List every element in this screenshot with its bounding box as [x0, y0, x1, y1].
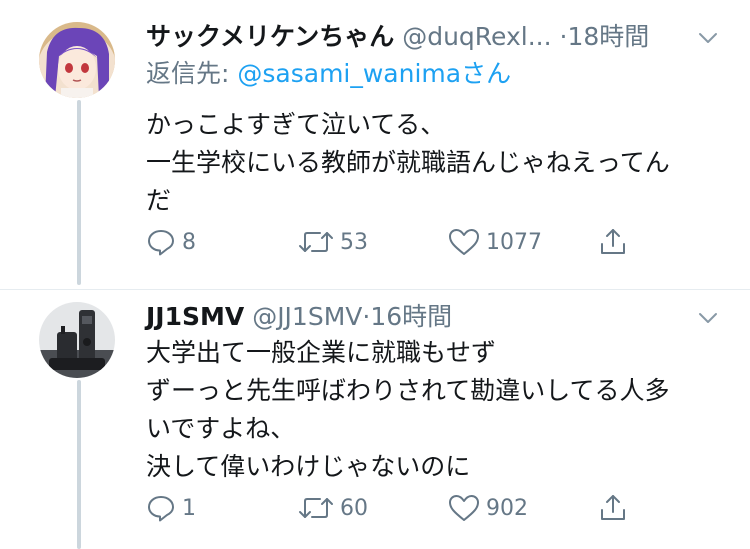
reply-icon — [148, 230, 174, 256]
retweet-count: 60 — [340, 495, 368, 521]
avatar[interactable] — [39, 302, 115, 378]
reply-count: 1 — [182, 495, 196, 521]
share-icon — [601, 495, 625, 520]
tweet-text-line: ずーっと先生呼ばわりされて勘違いしてる人多 — [146, 376, 670, 405]
retweet-button[interactable]: 53 — [298, 225, 368, 259]
like-button[interactable]: 902 — [448, 491, 528, 525]
reply-icon — [148, 496, 174, 522]
tweet-text-line: いですよね、 — [146, 414, 296, 443]
share-button[interactable] — [598, 491, 628, 525]
user-handle[interactable]: @JJ1SMV — [252, 302, 362, 331]
chevron-down-icon[interactable] — [696, 26, 720, 50]
tweet-text-line: 決して偉いわけじゃないのに — [146, 452, 471, 481]
like-icon — [449, 229, 479, 255]
reply-prefix: 返信先: — [146, 59, 238, 88]
reply-suffix: さん — [461, 59, 512, 88]
tweet[interactable]: サックメリケンちゃん @duqRexl... ·18時間 返信先: @sasam… — [0, 0, 750, 290]
avatar-image — [39, 22, 115, 98]
tweet-text-line: 大学出て一般企業に就職もせず — [146, 338, 497, 367]
action-bar: 8 53 1077 — [146, 225, 646, 259]
display-name[interactable]: サックメリケンちゃん — [146, 22, 394, 51]
like-count: 902 — [486, 495, 528, 521]
retweet-count: 53 — [340, 229, 368, 255]
display-name[interactable]: JJ1SMV — [146, 302, 244, 331]
reply-button[interactable]: 8 — [146, 225, 196, 259]
like-icon — [449, 495, 479, 521]
tweet[interactable]: JJ1SMV @JJ1SMV·16時間 大学出て一般企業に就職もせず ずーっと先… — [0, 290, 750, 549]
chevron-down-icon[interactable] — [696, 306, 720, 330]
retweet-icon — [299, 498, 333, 518]
thread-line — [77, 100, 81, 285]
timestamp[interactable]: 18時間 — [567, 22, 649, 51]
tweet-header: サックメリケンちゃん @duqRexl... ·18時間 — [146, 21, 649, 53]
action-bar: 1 60 902 — [146, 491, 646, 525]
reply-to-link[interactable]: @sasami_wanima — [237, 59, 461, 88]
timestamp[interactable]: 16時間 — [370, 302, 452, 331]
like-count: 1077 — [486, 229, 542, 255]
avatar-image — [39, 302, 115, 378]
thread-line — [77, 380, 81, 549]
like-button[interactable]: 1077 — [448, 225, 542, 259]
tweet-text-line: かっこよすぎて泣いてる、 — [146, 110, 446, 139]
share-icon — [601, 229, 625, 254]
reply-button[interactable]: 1 — [146, 491, 196, 525]
tweet-text-line: だ — [146, 186, 172, 215]
retweet-icon — [299, 232, 333, 252]
reply-context: 返信先: @sasami_wanimaさん — [146, 58, 511, 90]
avatar[interactable] — [39, 22, 115, 98]
retweet-button[interactable]: 60 — [298, 491, 368, 525]
user-handle[interactable]: @duqRexl... — [402, 22, 551, 51]
tweet-text: かっこよすぎて泣いてる、 一生学校にいる教師が就職語んじゃねえってん だ — [146, 106, 670, 220]
share-button[interactable] — [598, 225, 628, 259]
tweet-header: JJ1SMV @JJ1SMV·16時間 — [146, 301, 452, 333]
reply-count: 8 — [182, 229, 196, 255]
tweet-text: 大学出て一般企業に就職もせず ずーっと先生呼ばわりされて勘違いしてる人多 いです… — [146, 334, 670, 486]
tweet-text-line: 一生学校にいる教師が就職語んじゃねえってん — [146, 148, 670, 177]
